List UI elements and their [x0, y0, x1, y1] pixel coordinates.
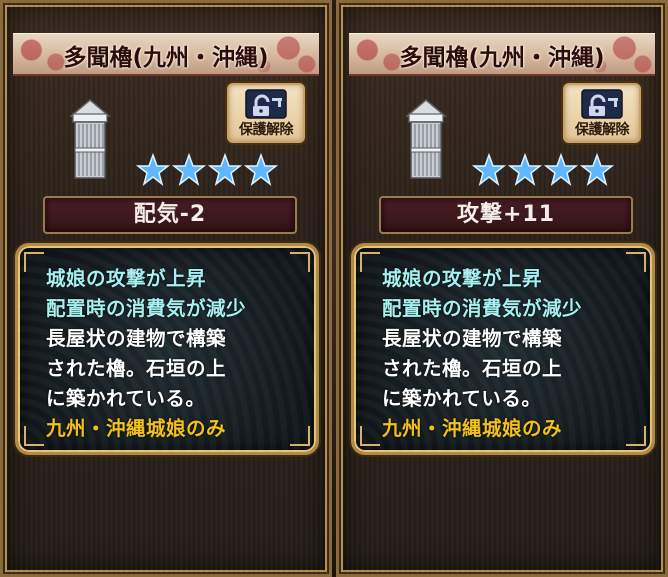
stat-value: 配気-2 — [43, 196, 297, 234]
description-box: 城娘の攻撃が上昇 配置時の消費気が減少 長屋状の建物で構築 された櫓。石垣の上 … — [15, 243, 319, 455]
skill-line: 配置時の消費気が減少 — [46, 297, 247, 320]
lore-line: 長屋状の建物で構築 — [46, 327, 227, 350]
star-icon — [172, 153, 206, 186]
corner-ornament — [24, 426, 44, 446]
title-banner: 多聞櫓(九州・沖縄) — [349, 33, 655, 76]
tower-icon — [404, 99, 448, 179]
lock-icon — [581, 89, 623, 119]
star-icon — [136, 153, 170, 186]
skill-line: 城娘の攻撃が上昇 — [382, 267, 543, 290]
stat-value: 攻撃+11 — [379, 196, 633, 234]
tower-icon — [68, 99, 112, 179]
lore-line: された櫓。石垣の上 — [46, 357, 227, 380]
star-icon — [472, 153, 506, 186]
lore-line: 長屋状の建物で構築 — [382, 327, 563, 350]
star-icon — [508, 153, 542, 186]
lore-line: に築かれている。 — [382, 387, 542, 410]
corner-ornament — [360, 426, 380, 446]
rarity-stars — [472, 153, 622, 189]
star-icon — [208, 153, 242, 186]
unprotect-label: 保護解除 — [239, 122, 294, 138]
item-title: 多聞櫓(九州・沖縄) — [399, 45, 605, 71]
skill-line: 城娘の攻撃が上昇 — [46, 267, 207, 290]
item-card-left: 多聞櫓(九州・沖縄) 保護解除 配気-2 城娘の攻撃が上昇 配置時の消費気が減少… — [0, 0, 332, 577]
unprotect-button[interactable]: 保護解除 — [227, 83, 305, 143]
skill-line: 配置時の消費気が減少 — [382, 297, 583, 320]
corner-ornament — [360, 252, 380, 272]
corner-ornament — [24, 252, 44, 272]
unprotect-button[interactable]: 保護解除 — [563, 83, 641, 143]
lore-line: に築かれている。 — [46, 387, 206, 410]
restriction-line: 九州・沖縄城娘のみ — [46, 417, 227, 440]
description-box: 城娘の攻撃が上昇 配置時の消費気が減少 長屋状の建物で構築 された櫓。石垣の上 … — [351, 243, 655, 455]
star-icon — [544, 153, 578, 186]
lock-icon — [245, 89, 287, 119]
star-icon — [244, 153, 278, 186]
lore-line: された櫓。石垣の上 — [382, 357, 563, 380]
item-comparison-screen: 多聞櫓(九州・沖縄) 保護解除 配気-2 城娘の攻撃が上昇 配置時の消費気が減少… — [0, 0, 668, 577]
title-banner: 多聞櫓(九州・沖縄) — [13, 33, 319, 76]
restriction-line: 九州・沖縄城娘のみ — [382, 417, 563, 440]
star-icon — [580, 153, 614, 186]
item-title: 多聞櫓(九州・沖縄) — [63, 45, 269, 71]
unprotect-label: 保護解除 — [575, 122, 630, 138]
rarity-stars — [136, 153, 286, 189]
item-card-right: 多聞櫓(九州・沖縄) 保護解除 攻撃+11 城娘の攻撃が上昇 配置時の消費気が減… — [336, 0, 668, 577]
